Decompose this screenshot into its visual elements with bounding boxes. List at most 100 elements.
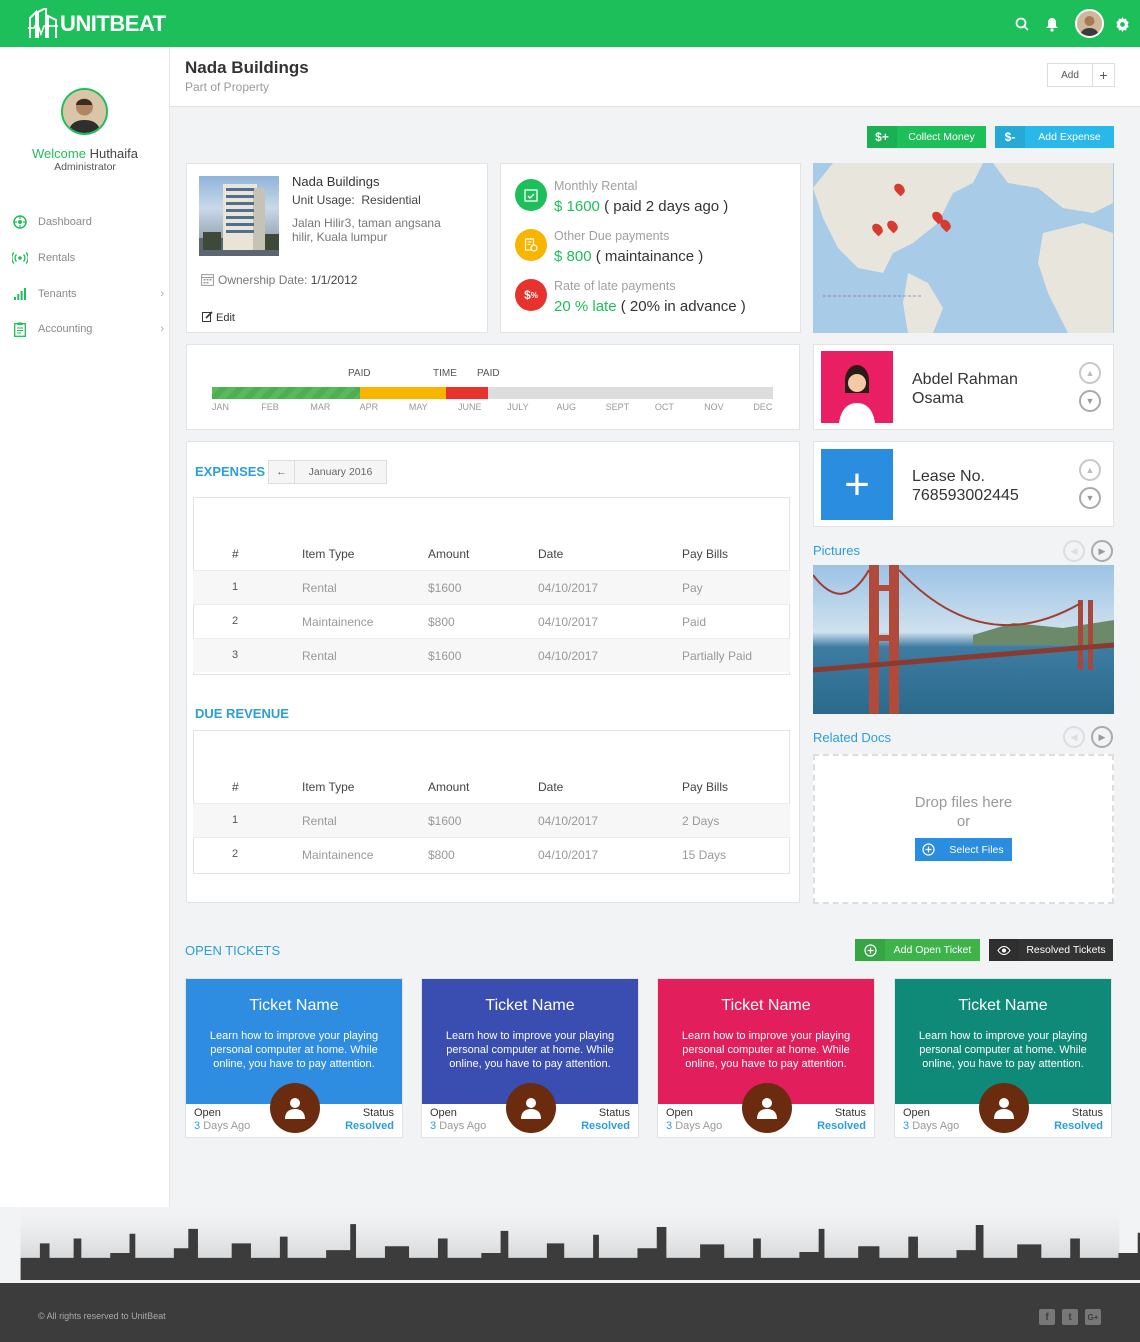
copyright: © All rights reserved to UnitBeat — [38, 1311, 166, 1321]
timeline-segment-on-time — [359, 387, 446, 399]
ticket-description: Learn how to improve your playing person… — [209, 1030, 379, 1070]
add-lease-tile[interactable]: + — [821, 449, 893, 520]
edit-label: Edit — [216, 312, 235, 324]
stat-amount: $ 800 — [554, 248, 592, 265]
timeline-month-label: SEPT — [605, 402, 630, 412]
unit-usage-value: Residential — [361, 193, 421, 207]
row-index: 3 — [232, 649, 239, 661]
twitter-icon[interactable]: t — [1062, 1309, 1078, 1325]
prev-arrow-button[interactable]: ◀ — [1063, 726, 1085, 748]
bell-icon[interactable] — [1042, 14, 1062, 34]
eye-icon — [989, 939, 1019, 961]
user-avatar[interactable] — [61, 88, 108, 135]
ticket-status: Resolved — [1054, 1120, 1103, 1132]
column-header: Amount — [428, 780, 470, 794]
sidebar-item-accounting[interactable]: Accounting › — [12, 319, 164, 339]
stat-value: $ 1600 ( paid 2 days ago ) — [554, 198, 728, 215]
logo-text: UNITBEAT — [60, 11, 166, 36]
sidebar-item-dashboard[interactable]: Dashboard — [12, 212, 164, 232]
related-docs-title: Related Docs — [813, 730, 892, 745]
back-arrow-icon[interactable]: ← — [269, 461, 295, 483]
ticket-open-label: Open — [903, 1107, 930, 1119]
ticket-name: Ticket Name — [249, 997, 339, 1014]
row-index: 2 — [232, 848, 239, 860]
avatar[interactable] — [1075, 9, 1104, 38]
ticket-days: 3 — [666, 1120, 673, 1132]
period-selector[interactable]: ← January 2016 — [268, 460, 387, 484]
ticket-age: 3 Days Ago — [903, 1120, 959, 1132]
sidebar-item-tenants[interactable]: Tenants › — [12, 284, 164, 304]
property-map[interactable] — [813, 163, 1114, 333]
ticket-status-label: Status — [1071, 1107, 1103, 1119]
stat-amount: $ 1600 — [554, 198, 600, 215]
ticket-ago: Days Ago — [439, 1120, 487, 1132]
prev-arrow-button[interactable]: ◀ — [1063, 540, 1085, 562]
gear-icon[interactable] — [1112, 14, 1132, 34]
select-files-button[interactable]: Select Files — [915, 838, 1012, 861]
up-arrow-button[interactable]: ▲ — [1079, 362, 1101, 384]
ticket-description: Learn how to improve your playing person… — [918, 1030, 1088, 1070]
property-picture[interactable] — [813, 565, 1114, 714]
add-open-ticket-label: Add Open Ticket — [893, 944, 972, 956]
table-row: 1 Rental $1600 04/10/2017 Pay — [193, 570, 790, 604]
up-arrow-button[interactable]: ▲ — [1079, 459, 1101, 481]
ticket-card[interactable]: Ticket Name Learn how to improve your pl… — [657, 978, 875, 1138]
ticket-card[interactable]: Ticket Name Learn how to improve your pl… — [421, 978, 639, 1138]
timeline-month-label: JULY — [507, 402, 529, 412]
ticket-status: Resolved — [581, 1120, 630, 1132]
stat-extra: ( paid 2 days ago ) — [604, 198, 729, 215]
timeline-segment-paid — [212, 387, 360, 399]
amount: $1600 — [428, 581, 462, 595]
clipboard-icon — [12, 321, 28, 337]
ticket-card[interactable]: Ticket Name Learn how to improve your pl… — [894, 978, 1112, 1138]
amount: $800 — [428, 615, 455, 629]
ticket-age: 3 Days Ago — [430, 1120, 486, 1132]
down-arrow-button[interactable]: ▼ — [1079, 390, 1101, 412]
days-due: 2 Days — [682, 814, 720, 828]
chevron-right-icon: › — [160, 288, 164, 300]
user-avatar-icon — [506, 1083, 556, 1133]
date: 04/10/2017 — [538, 848, 599, 862]
timeline-month-label: MAY — [408, 402, 428, 412]
table-row: 2 Maintainence $800 04/10/2017 Paid — [193, 604, 790, 638]
next-arrow-button[interactable]: ▶ — [1091, 540, 1113, 562]
stat-extra: ( maintainance ) — [595, 248, 704, 265]
timeline-month-label: FEB — [261, 402, 279, 412]
lease-number: 768593002445 — [912, 487, 1019, 504]
add-open-ticket-button[interactable]: Add Open Ticket — [855, 939, 980, 961]
timeline-bar — [212, 387, 773, 399]
item-type: Rental — [302, 649, 337, 663]
edit-button[interactable]: Edit — [202, 311, 235, 325]
ticket-card[interactable]: Ticket Name Learn how to improve your pl… — [185, 978, 403, 1138]
receipt-clock-icon — [515, 229, 547, 261]
ticket-status: Resolved — [817, 1120, 866, 1132]
add-button[interactable]: Add + — [1047, 63, 1115, 87]
pay-bills-link[interactable]: Pay — [682, 581, 703, 595]
dashboard-icon — [12, 214, 28, 230]
date: 04/10/2017 — [538, 615, 599, 629]
ticket-name: Ticket Name — [721, 997, 811, 1014]
facebook-icon[interactable]: f — [1039, 1309, 1055, 1325]
footer — [0, 1283, 1140, 1342]
top-bar — [0, 0, 1140, 47]
collect-money-button[interactable]: $+ Collect Money — [867, 126, 986, 148]
resolved-tickets-button[interactable]: Resolved Tickets — [989, 939, 1113, 961]
google-plus-icon[interactable]: G+ — [1085, 1309, 1101, 1325]
ticket-days: 3 — [430, 1120, 437, 1132]
broadcast-icon — [12, 250, 28, 266]
building-image — [199, 176, 279, 256]
user-role: Administrator — [54, 161, 116, 173]
unit-usage-label: Unit Usage: — [292, 193, 355, 207]
bar-chart-icon — [12, 286, 28, 302]
dollar-plus-icon: $+ — [867, 126, 897, 148]
next-arrow-button[interactable]: ▶ — [1091, 726, 1113, 748]
add-expense-button[interactable]: $- Add Expense — [995, 126, 1114, 148]
amount: $1600 — [428, 814, 462, 828]
row-index: 2 — [232, 615, 239, 627]
sidebar-item-rentals[interactable]: Rentals — [12, 248, 164, 268]
search-icon[interactable] — [1012, 14, 1032, 34]
down-arrow-button[interactable]: ▼ — [1079, 487, 1101, 509]
logo[interactable]: UNITBEAT — [28, 8, 166, 40]
stat-value: 20 % late ( 20% in advance ) — [554, 298, 746, 315]
ownership-value: 1/1/2012 — [310, 273, 358, 287]
